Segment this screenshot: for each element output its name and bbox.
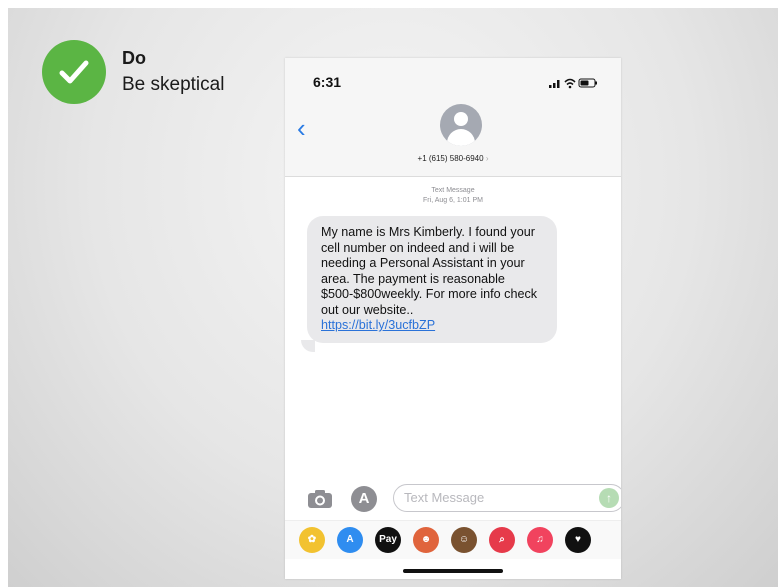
photos-app-icon[interactable]: ✿	[299, 527, 325, 553]
message-type-label: Text Message	[431, 187, 475, 194]
do-subtitle: Be skeptical	[122, 74, 225, 95]
camera-icon[interactable]	[307, 489, 333, 509]
do-title: Do	[122, 48, 146, 68]
memoji-app-icon[interactable]: ☻	[413, 527, 439, 553]
contact-number[interactable]: +1 (615) 580-6940 ›	[285, 154, 621, 163]
back-chevron-icon[interactable]: ‹	[297, 114, 317, 142]
app-store-app-icon[interactable]: A	[337, 527, 363, 553]
message-input[interactable]: Text Message ↑	[393, 484, 621, 512]
more-app-icon[interactable]: ♥	[565, 527, 591, 553]
home-indicator[interactable]	[403, 569, 503, 573]
chevron-right-icon: ›	[485, 154, 489, 163]
contact-avatar[interactable]	[440, 104, 482, 146]
compose-bar: A Text Message ↑	[285, 482, 621, 516]
music-app-icon[interactable]: ♫	[527, 527, 553, 553]
conversation-header: ‹ +1 (615) 580-6940 ›	[285, 98, 621, 177]
message-meta: Text Message Fri, Aug 6, 1:01 PM	[285, 186, 621, 206]
images-search-app-icon[interactable]: ⌕	[489, 527, 515, 553]
status-bar: 6:31	[285, 58, 621, 98]
signal-wifi-battery-icon	[549, 78, 597, 89]
animoji-app-icon[interactable]: ☺	[451, 527, 477, 553]
message-bubble: My name is Mrs Kimberly. I found your ce…	[307, 216, 557, 343]
check-icon	[42, 40, 106, 104]
app-store-icon[interactable]: A	[351, 486, 377, 512]
message-text: My name is Mrs Kimberly. I found your ce…	[321, 225, 538, 317]
status-time: 6:31	[313, 74, 342, 90]
send-arrow-icon[interactable]: ↑	[599, 488, 619, 508]
apple-pay-app-icon[interactable]: Pay	[375, 527, 401, 553]
imessage-app-strip: ✿ A Pay ☻ ☺ ⌕ ♫ ♥	[285, 520, 621, 559]
message-timestamp: Fri, Aug 6, 1:01 PM	[423, 197, 483, 204]
bubble-tail	[301, 340, 315, 352]
phone-screenshot: 6:31 ‹ +1 (615) 580-6940 › Text Message …	[285, 58, 621, 579]
slide: Do Be skeptical 6:31 ‹ +1 (615) 580-6940…	[8, 8, 778, 587]
message-input-placeholder: Text Message	[404, 490, 485, 505]
status-icons	[549, 76, 599, 94]
contact-number-text: +1 (615) 580-6940	[417, 154, 484, 163]
message-link[interactable]: https://bit.ly/3ucfbZP	[321, 318, 545, 334]
